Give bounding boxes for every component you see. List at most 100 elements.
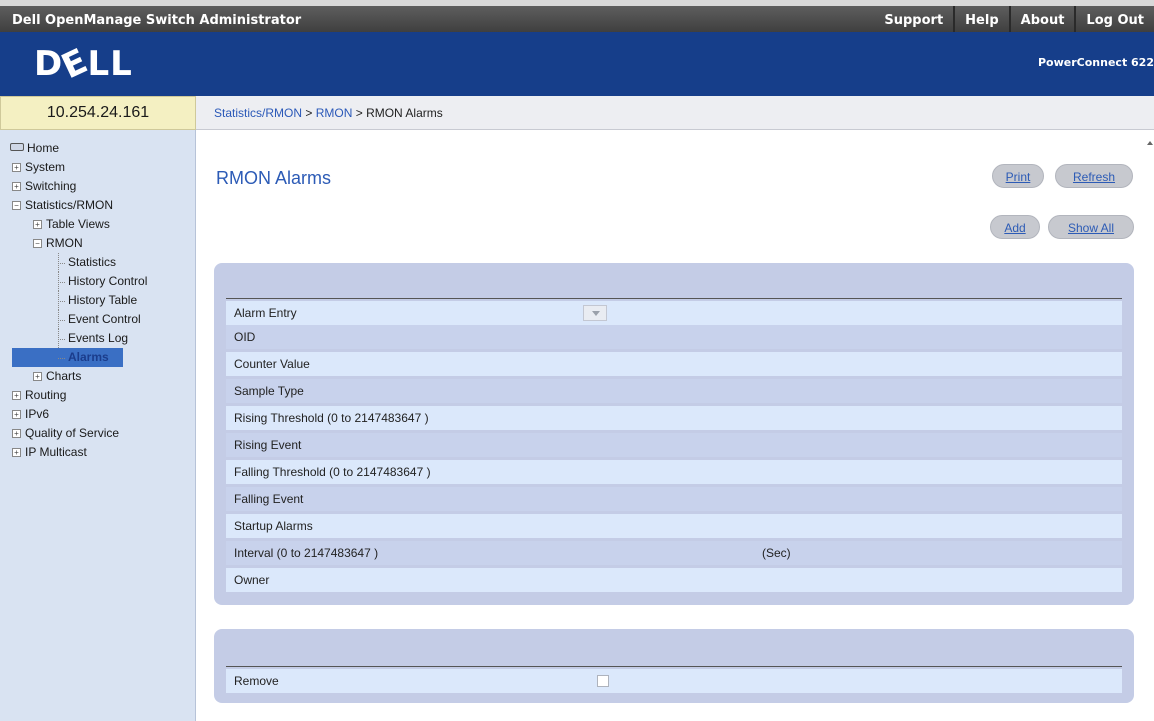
field-label: Rising Threshold (0 to 2147483647 ) — [234, 411, 429, 425]
sidebar-item-label: Alarms — [68, 350, 109, 364]
print-button[interactable]: Print — [992, 164, 1044, 188]
sidebar-item-label: IP Multicast — [25, 445, 87, 459]
sidebar-item-rmon[interactable]: − RMON — [0, 234, 195, 253]
field-counter-value: Counter Value — [226, 352, 1122, 376]
show-all-button[interactable]: Show All — [1048, 215, 1134, 239]
refresh-button[interactable]: Refresh — [1055, 164, 1133, 188]
sidebar-item-label: Statistics — [68, 255, 117, 269]
field-label: Falling Threshold (0 to 2147483647 ) — [234, 465, 431, 479]
sidebar-item-history-table[interactable]: History Table — [0, 291, 195, 310]
page-title: RMON Alarms — [216, 168, 332, 188]
sidebar-item-ip-multicast[interactable]: + IP Multicast — [0, 443, 195, 462]
sidebar-item-charts[interactable]: + Charts — [0, 367, 195, 386]
about-link[interactable]: About — [1008, 6, 1075, 32]
expand-icon[interactable]: + — [12, 410, 21, 419]
sidebar-item-label: RMON — [46, 236, 83, 250]
alarm-entry-select[interactable] — [583, 305, 607, 321]
breadcrumb-statistics-rmon[interactable]: Statistics/RMON — [214, 106, 302, 120]
brand-bar: DELL PowerConnect 622 — [0, 32, 1154, 96]
field-label: OID — [234, 330, 256, 344]
home-icon — [10, 143, 24, 151]
sidebar-item-statistics[interactable]: Statistics — [0, 253, 195, 272]
field-rising-event: Rising Event — [226, 433, 1122, 457]
field-label: Sample Type — [234, 384, 304, 398]
sidebar-item-system[interactable]: + System — [0, 158, 195, 177]
expand-icon[interactable]: + — [12, 391, 21, 400]
sidebar: Home + System + Switching − Statistics/RMON… — [0, 130, 196, 721]
field-label: Startup Alarms — [234, 519, 313, 533]
remove-checkbox[interactable] — [597, 675, 609, 687]
field-alarm-entry: Alarm Entry — [226, 301, 1122, 325]
sidebar-item-label: History Table — [68, 293, 138, 307]
expand-icon[interactable]: + — [12, 429, 21, 438]
field-interval: Interval (0 to 2147483647 ) (Sec) — [226, 541, 1122, 565]
dell-logo: DELL — [34, 40, 133, 88]
sidebar-item-routing[interactable]: + Routing — [0, 386, 195, 405]
remove-panel: Remove — [214, 629, 1134, 703]
field-label: Falling Event — [234, 492, 304, 506]
logout-link[interactable]: Log Out — [1074, 6, 1154, 32]
help-link[interactable]: Help — [953, 6, 1008, 32]
panel-divider — [226, 666, 1122, 667]
sidebar-item-home[interactable]: Home — [0, 139, 195, 158]
sidebar-item-label: Statistics/RMON — [25, 198, 114, 212]
support-link[interactable]: Support — [874, 6, 953, 32]
expand-icon[interactable]: + — [12, 163, 21, 172]
expand-icon[interactable]: + — [12, 448, 21, 457]
sidebar-item-label: History Control — [68, 274, 148, 288]
sidebar-item-statistics-rmon[interactable]: − Statistics/RMON — [0, 196, 195, 215]
main-content: RMON Alarms Print Refresh Add Show All A… — [196, 131, 1154, 721]
interval-unit: (Sec) — [762, 546, 791, 560]
collapse-icon[interactable]: − — [33, 239, 42, 248]
sidebar-item-events-log[interactable]: Events Log — [0, 329, 195, 348]
sidebar-item-label: Events Log — [68, 331, 129, 345]
add-button[interactable]: Add — [990, 215, 1040, 239]
field-label: Alarm Entry — [234, 306, 297, 320]
sidebar-item-alarms[interactable]: Alarms — [0, 348, 195, 367]
field-label: Interval (0 to 2147483647 ) — [234, 546, 379, 560]
field-sample-type: Sample Type — [226, 379, 1122, 403]
collapse-icon[interactable]: − — [12, 201, 21, 210]
sidebar-item-label: Quality of Service — [25, 426, 120, 440]
sidebar-item-switching[interactable]: + Switching — [0, 177, 195, 196]
breadcrumb-separator: > — [352, 106, 367, 120]
field-startup-alarms: Startup Alarms — [226, 514, 1122, 538]
field-label: Remove — [234, 674, 279, 688]
field-remove: Remove — [226, 669, 1122, 693]
panel-divider — [226, 298, 1122, 299]
sidebar-item-label: IPv6 — [25, 407, 50, 421]
sidebar-item-quality-of-service[interactable]: + Quality of Service — [0, 424, 195, 443]
top-links: Support Help About Log Out — [874, 6, 1154, 32]
sidebar-item-ipv6[interactable]: + IPv6 — [0, 405, 195, 424]
sidebar-item-label: System — [25, 160, 66, 174]
sidebar-item-label: Home — [27, 141, 60, 155]
expand-icon[interactable]: + — [33, 220, 42, 229]
sidebar-item-label: Routing — [25, 388, 67, 402]
expand-icon[interactable]: + — [12, 182, 21, 191]
breadcrumb: Statistics/RMON > RMON > RMON Alarms — [196, 96, 1154, 130]
field-label: Owner — [234, 573, 270, 587]
sidebar-item-label: Event Control — [68, 312, 141, 326]
ip-address: 10.254.24.161 — [0, 96, 196, 130]
expand-icon[interactable]: + — [33, 372, 42, 381]
breadcrumb-rmon[interactable]: RMON — [316, 106, 353, 120]
sidebar-item-event-control[interactable]: Event Control — [0, 310, 195, 329]
field-owner: Owner — [226, 568, 1122, 592]
scroll-up-arrow-icon[interactable] — [1147, 141, 1153, 145]
field-rising-threshold: Rising Threshold (0 to 2147483647 ) — [226, 406, 1122, 430]
sidebar-item-label: Charts — [46, 369, 82, 383]
sidebar-item-table-views[interactable]: + Table Views — [0, 215, 195, 234]
top-bar: Dell OpenManage Switch Administrator Sup… — [0, 0, 1154, 32]
sidebar-item-label: Table Views — [46, 217, 110, 231]
field-label: Counter Value — [234, 357, 310, 371]
app-title: Dell OpenManage Switch Administrator — [12, 13, 302, 28]
field-falling-event: Falling Event — [226, 487, 1122, 511]
sidebar-item-label: Switching — [25, 179, 77, 193]
breadcrumb-separator: > — [302, 106, 316, 120]
field-oid: OID — [226, 325, 1122, 349]
sidebar-item-history-control[interactable]: History Control — [0, 272, 195, 291]
breadcrumb-current: RMON Alarms — [366, 106, 443, 120]
product-model: PowerConnect 622 — [1038, 56, 1154, 69]
alarm-form-panel: Alarm Entry OID Counter Value Sample Typ… — [214, 263, 1134, 605]
field-falling-threshold: Falling Threshold (0 to 2147483647 ) — [226, 460, 1122, 484]
